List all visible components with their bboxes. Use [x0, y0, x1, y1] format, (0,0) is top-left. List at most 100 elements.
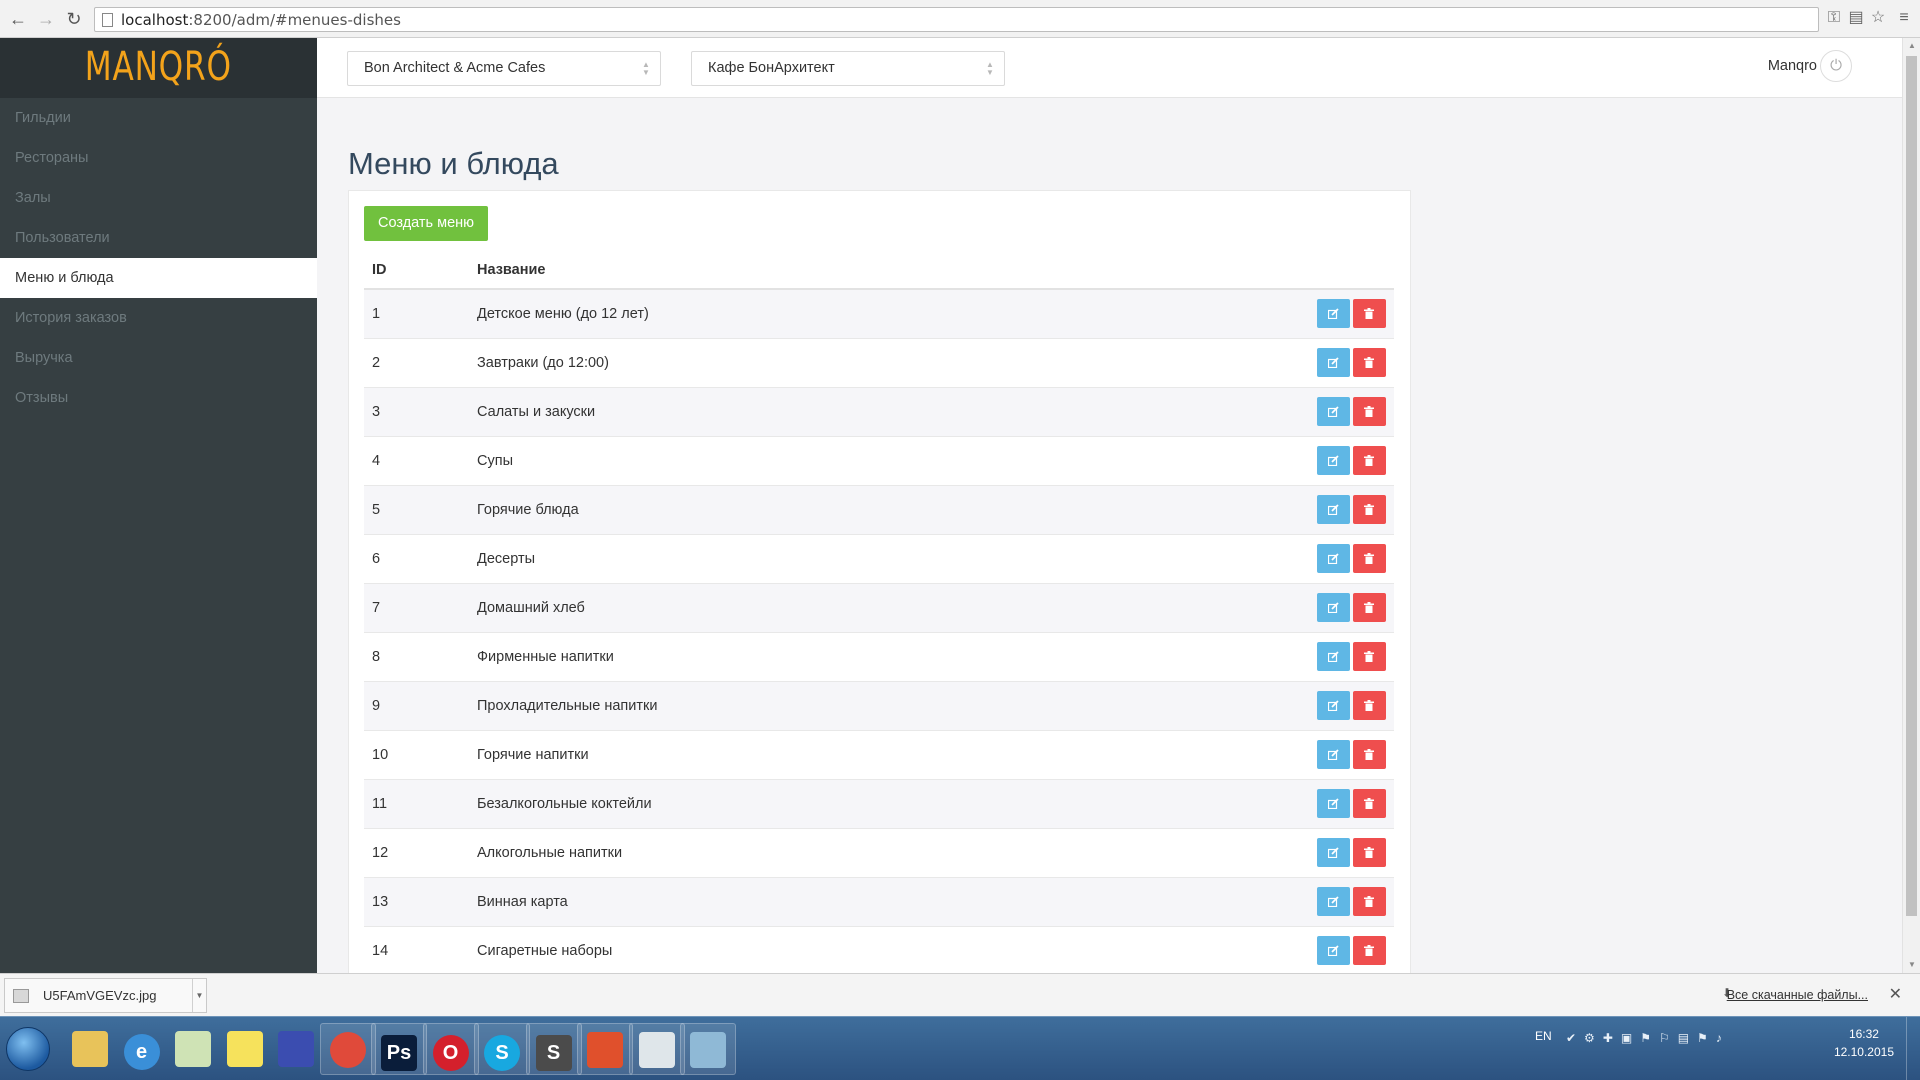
delete-button[interactable] — [1353, 740, 1386, 769]
edit-button[interactable] — [1317, 789, 1350, 818]
taskbar-explorer-icon[interactable] — [62, 1023, 118, 1075]
sidebar-item[interactable]: Пользователи — [0, 218, 317, 258]
sidebar-item[interactable]: Выручка — [0, 338, 317, 378]
scroll-down-icon[interactable]: ▼ — [1907, 960, 1917, 970]
address-bar[interactable]: localhost:8200/adm/#menues-dishes — [94, 7, 1819, 32]
edit-button[interactable] — [1317, 299, 1350, 329]
row-actions — [1106, 827, 1394, 877]
translate-icon[interactable]: ▤ — [1846, 8, 1866, 28]
row-name: Салаты и закуски — [469, 386, 1107, 436]
opera-glyph: O — [432, 1035, 469, 1071]
sidebar-item[interactable]: Гильдии — [0, 98, 317, 138]
row-name: Горячие блюда — [469, 484, 1107, 534]
edit-button[interactable] — [1317, 544, 1350, 573]
table-row: 4 Супы — [364, 435, 1394, 485]
row-actions — [1106, 386, 1394, 436]
delete-button[interactable] — [1353, 887, 1386, 916]
company-select[interactable]: Bon Architect & Acme Cafes ▲ ▼ — [347, 51, 661, 86]
sidebar-item[interactable]: Рестораны — [0, 138, 317, 178]
select-arrows-icon: ▲ ▼ — [642, 60, 650, 77]
back-arrow-icon[interactable]: ← — [6, 7, 30, 31]
taskbar-sticky-icon[interactable] — [217, 1023, 273, 1075]
edit-button[interactable] — [1317, 936, 1350, 966]
edit-button[interactable] — [1317, 495, 1350, 524]
company-select-value: Bon Architect & Acme Cafes — [364, 60, 546, 76]
column-header-actions — [1106, 251, 1394, 290]
taskbar-window-app-icon[interactable] — [628, 1023, 685, 1075]
taskbar-save-app-icon[interactable] — [268, 1023, 324, 1075]
edit-button[interactable] — [1317, 348, 1350, 377]
taskbar-opera-icon[interactable]: O — [422, 1023, 479, 1075]
edit-button[interactable] — [1317, 838, 1350, 867]
row-name: Фирменные напитки — [469, 631, 1107, 681]
power-logout-icon[interactable]: ⏻ — [1820, 50, 1852, 82]
forward-arrow-icon[interactable]: → — [34, 7, 58, 31]
edit-button[interactable] — [1317, 740, 1350, 769]
delete-button[interactable] — [1353, 642, 1386, 671]
git-glyph — [587, 1032, 623, 1068]
row-actions — [1106, 631, 1394, 681]
menu-icon[interactable]: ≡ — [1894, 8, 1914, 28]
row-actions — [1106, 533, 1394, 583]
edit-button[interactable] — [1317, 397, 1350, 426]
sidebar-item[interactable]: Отзывы — [0, 378, 317, 418]
chevron-down-icon[interactable]: ▼ — [192, 979, 206, 1012]
taskbar-chart-app-icon[interactable] — [165, 1023, 221, 1075]
delete-button[interactable] — [1353, 593, 1386, 622]
bookmark-star-icon[interactable]: ☆ — [1868, 8, 1888, 28]
close-icon[interactable]: ✕ — [1889, 984, 1902, 1004]
delete-button[interactable] — [1353, 348, 1386, 377]
edit-button[interactable] — [1317, 593, 1350, 622]
scroll-up-icon[interactable]: ▲ — [1907, 41, 1917, 51]
scroll-thumb[interactable] — [1906, 56, 1917, 916]
column-header-id[interactable]: ID — [364, 251, 469, 290]
taskbar-photoshop-icon[interactable]: Ps — [371, 1023, 427, 1075]
create-menu-button[interactable]: Создать меню — [364, 206, 489, 241]
taskbar-sublime-icon[interactable]: S — [525, 1023, 582, 1075]
edit-button[interactable] — [1317, 642, 1350, 671]
sidebar-item[interactable]: История заказов — [0, 298, 317, 338]
delete-button[interactable] — [1353, 936, 1386, 966]
taskbar-git-icon[interactable] — [577, 1023, 633, 1075]
column-header-name[interactable]: Название — [469, 251, 1107, 290]
taskbar-virtualbox-icon[interactable] — [680, 1023, 736, 1075]
delete-button[interactable] — [1353, 838, 1386, 867]
table-row: 10 Горячие напитки — [364, 729, 1394, 779]
key-icon[interactable]: ⚿ — [1824, 8, 1844, 28]
start-button-icon[interactable] — [6, 1027, 50, 1071]
edit-button[interactable] — [1317, 691, 1350, 720]
edit-button[interactable] — [1317, 887, 1350, 916]
chrome-glyph — [329, 1032, 366, 1068]
delete-button[interactable] — [1353, 544, 1386, 573]
download-item[interactable]: U5FAmVGEVzc.jpg ▼ — [4, 978, 207, 1013]
clock[interactable]: 16:32 12.10.2015 — [1834, 1025, 1894, 1061]
delete-button[interactable] — [1353, 446, 1386, 475]
show-desktop-button[interactable] — [1906, 1017, 1920, 1080]
delete-button[interactable] — [1353, 495, 1386, 524]
logo[interactable]: MANQRÓ — [85, 44, 232, 90]
delete-button[interactable] — [1353, 789, 1386, 818]
row-id: 13 — [364, 876, 469, 926]
delete-button[interactable] — [1353, 691, 1386, 720]
taskbar-chrome-icon[interactable] — [319, 1023, 376, 1075]
page-scrollbar[interactable]: ▲ ▼ — [1902, 38, 1920, 973]
table-row: 6 Десерты — [364, 533, 1394, 583]
sidebar-item[interactable]: Залы — [0, 178, 317, 218]
edit-button[interactable] — [1317, 446, 1350, 475]
sidebar-item[interactable]: Меню и блюда — [0, 258, 317, 298]
select-arrows-icon: ▲ ▼ — [986, 60, 994, 77]
tray-icons[interactable]: ✔⚙✚▣⚑⚐▤⚑♪ — [1566, 1031, 1730, 1045]
reload-icon[interactable]: ↻ — [62, 7, 86, 31]
row-actions — [1106, 729, 1394, 779]
row-name: Прохладительные напитки — [469, 680, 1107, 730]
all-downloads-link[interactable]: Все скачанные файлы... — [1727, 988, 1868, 1002]
user-name[interactable]: Manqro — [1768, 58, 1817, 74]
taskbar-skype-icon[interactable]: S — [474, 1023, 530, 1075]
row-actions — [1106, 876, 1394, 926]
delete-button[interactable] — [1353, 299, 1386, 329]
cafe-select[interactable]: Кафе БонАрхитект ▲ ▼ — [691, 51, 1005, 86]
language-indicator[interactable]: EN — [1535, 1029, 1552, 1043]
delete-button[interactable] — [1353, 397, 1386, 426]
taskbar-ie-icon[interactable]: e — [114, 1023, 170, 1075]
save-app-glyph — [278, 1031, 314, 1067]
